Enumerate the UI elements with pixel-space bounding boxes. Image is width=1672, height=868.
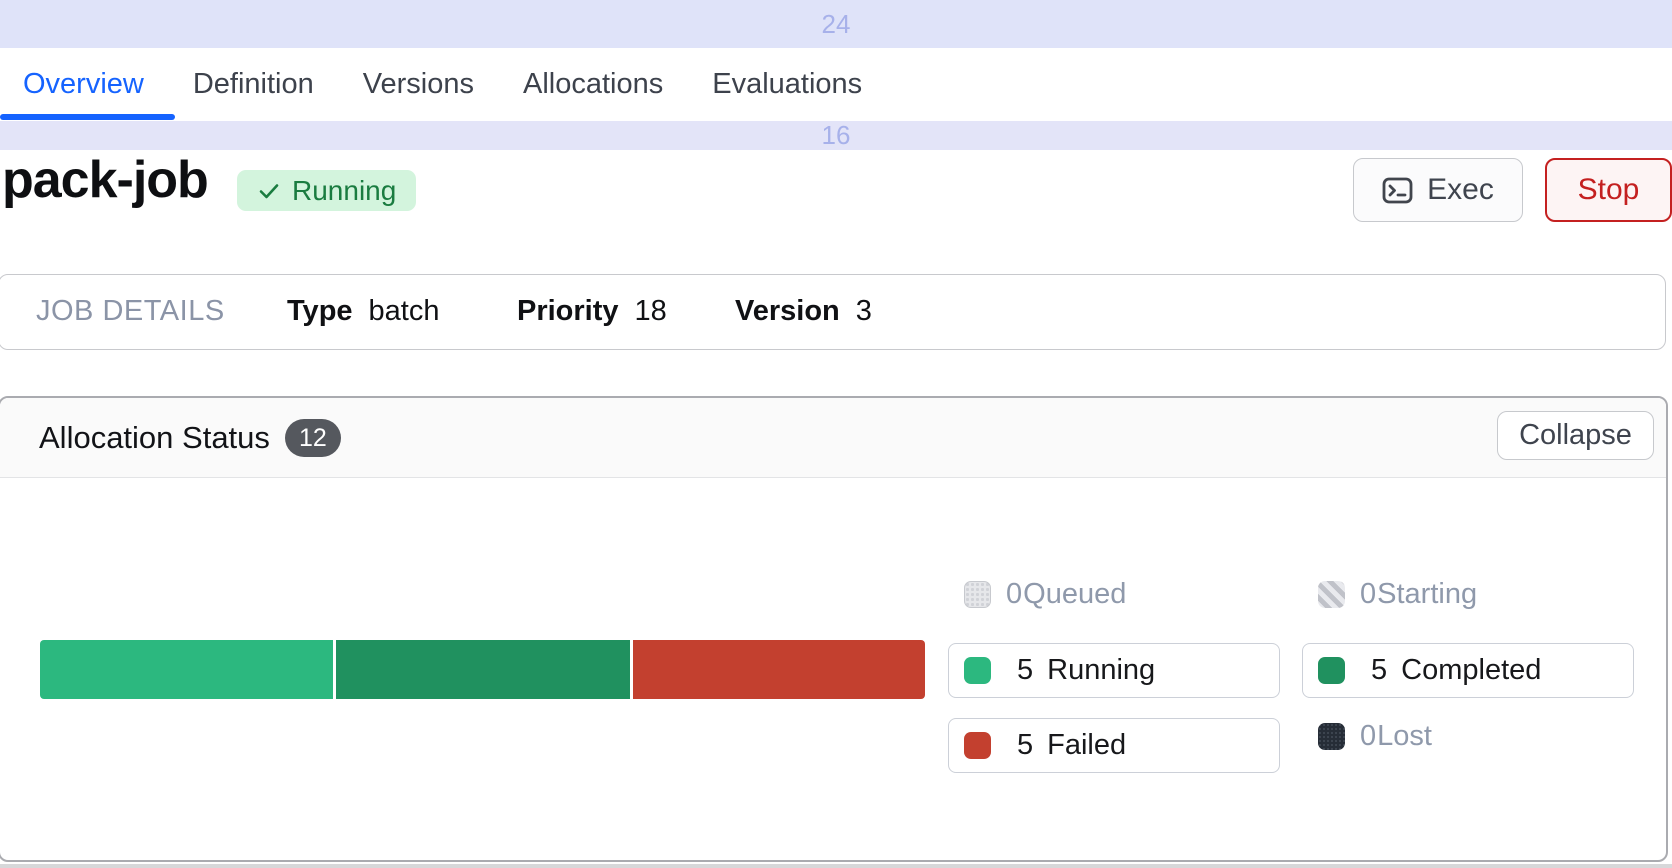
failed-swatch-icon — [964, 732, 991, 759]
bar-segment-completed[interactable] — [336, 640, 630, 699]
legend-item-failed[interactable]: 5 Failed — [948, 718, 1280, 773]
terminal-icon — [1382, 177, 1413, 204]
allocation-status-title: Allocation Status — [39, 398, 270, 478]
legend-starting-label: Starting — [1377, 578, 1477, 611]
tab-definition[interactable]: Definition — [193, 68, 314, 101]
allocation-status-header: Allocation Status 12 Collapse — [0, 398, 1666, 478]
legend-failed-count: 5 — [1017, 729, 1033, 762]
check-icon — [257, 179, 281, 203]
running-swatch-icon — [964, 657, 991, 684]
allocation-stacked-bar — [40, 640, 925, 699]
job-details-heading: JOB DETAILS — [36, 275, 225, 348]
job-detail-type-label: Type — [287, 295, 353, 328]
page-bottom-divider — [0, 864, 1672, 868]
legend-queued-label: Queued — [1023, 578, 1126, 611]
allocation-count-badge: 12 — [285, 419, 341, 457]
job-detail-type-value: batch — [369, 295, 440, 328]
legend-item-lost: 0 Lost — [1302, 718, 1634, 754]
status-badge-label: Running — [292, 175, 396, 207]
job-detail-version-label: Version — [735, 295, 840, 328]
legend-item-running[interactable]: 5 Running — [948, 643, 1280, 698]
spacing-value-middle: 16 — [800, 120, 872, 151]
legend-failed-label: Failed — [1047, 729, 1126, 762]
completed-swatch-icon — [1318, 657, 1345, 684]
status-badge: Running — [237, 170, 416, 211]
starting-swatch-icon — [1318, 581, 1345, 608]
bar-segment-running[interactable] — [40, 640, 333, 699]
legend-item-starting: 0 Starting — [1302, 576, 1634, 612]
spacing-annotation-bar-top: 24 — [0, 0, 1672, 48]
job-details-panel: JOB DETAILS Type batch Priority 18 Versi… — [0, 274, 1666, 350]
legend-completed-count: 5 — [1371, 654, 1387, 687]
legend-item-queued: 0 Queued — [948, 576, 1280, 612]
legend-completed-label: Completed — [1401, 654, 1541, 687]
exec-button-label: Exec — [1427, 173, 1494, 207]
collapse-button[interactable]: Collapse — [1497, 411, 1654, 460]
legend-queued-count: 0 — [1006, 578, 1022, 611]
tab-versions[interactable]: Versions — [363, 68, 474, 101]
exec-button[interactable]: Exec — [1353, 158, 1523, 222]
spacing-value-top: 24 — [800, 9, 872, 40]
legend-running-label: Running — [1047, 654, 1155, 687]
legend-running-count: 5 — [1017, 654, 1033, 687]
job-detail-priority-label: Priority — [517, 295, 619, 328]
queued-swatch-icon — [964, 581, 991, 608]
legend-lost-count: 0 — [1360, 720, 1376, 753]
tab-evaluations[interactable]: Evaluations — [712, 68, 862, 101]
nomad-job-overview-page: 24 Overview Definition Versions Allocati… — [0, 0, 1672, 868]
job-detail-priority-value: 18 — [635, 295, 667, 328]
job-detail-priority: Priority 18 — [517, 275, 667, 348]
stop-button[interactable]: Stop — [1545, 158, 1672, 222]
job-tab-bar: Overview Definition Versions Allocations… — [0, 48, 1672, 121]
page-title: pack-job — [2, 148, 208, 213]
legend-starting-count: 0 — [1360, 578, 1376, 611]
active-tab-indicator — [0, 114, 175, 120]
allocation-status-panel: Allocation Status 12 Collapse — [0, 396, 1668, 862]
job-detail-version: Version 3 — [735, 275, 872, 348]
tab-allocations[interactable]: Allocations — [523, 68, 663, 101]
job-detail-version-value: 3 — [856, 295, 872, 328]
stop-button-label: Stop — [1578, 173, 1640, 207]
job-detail-type: Type batch — [287, 275, 440, 348]
legend-lost-label: Lost — [1377, 720, 1432, 753]
bar-segment-failed[interactable] — [633, 640, 925, 699]
legend-item-completed[interactable]: 5 Completed — [1302, 643, 1634, 698]
spacing-annotation-bar-middle: 16 — [0, 121, 1672, 150]
lost-swatch-icon — [1318, 723, 1345, 750]
tab-overview[interactable]: Overview — [23, 68, 144, 101]
